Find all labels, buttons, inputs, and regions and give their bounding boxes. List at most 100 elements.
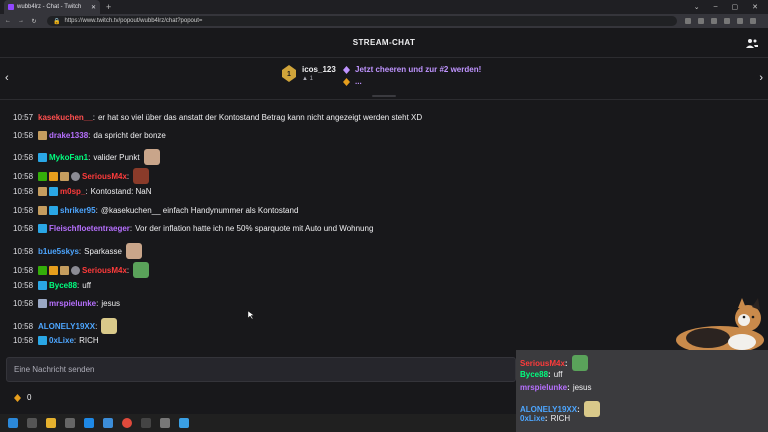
gold-badge-icon[interactable] [38,206,47,215]
message-username[interactable]: drake1338 [49,131,88,140]
gold-badge-icon[interactable] [38,131,47,140]
app-icon[interactable] [179,418,189,428]
start-icon[interactable] [8,418,18,428]
app-icon[interactable] [103,418,113,428]
message-username[interactable]: 0xLixe [49,336,74,345]
image-emote-icon[interactable] [133,168,150,184]
message-timestamp: 10:58 [13,187,34,196]
chevron-right-icon[interactable]: › [759,72,763,84]
svg-text:1: 1 [287,71,291,78]
message-username[interactable]: SeriousM4x [82,266,127,275]
message-username[interactable]: MykoFan1 [49,153,88,162]
grey-badge-icon[interactable] [71,265,80,275]
chrome-icon[interactable] [122,418,132,428]
gold-badge-icon[interactable] [60,265,69,275]
back-icon[interactable]: ← [3,18,13,24]
twitch-favicon-icon [8,4,14,10]
bits-gem-icon: ▲ [302,76,308,82]
reload-icon[interactable]: ↻ [29,18,39,25]
blue-badge-icon[interactable] [38,152,47,162]
message-username[interactable]: Fleischfloetentraeger [49,224,130,233]
blue-badge-icon[interactable] [38,281,47,290]
message-username[interactable]: b1ue5skys [38,247,79,256]
url-text: https://www.twitch.tv/popout/wubb4lrz/ch… [64,18,203,24]
message-text: da spricht der bonze [93,131,166,140]
puzzle-icon[interactable] [711,18,717,24]
blue-badge-icon[interactable] [49,187,58,196]
message-separator: : [77,281,80,290]
new-tab-icon[interactable]: + [106,2,111,12]
gold-badge-icon[interactable] [60,171,69,181]
overlay-text: jesus [572,383,592,392]
blue-badge-icon[interactable] [38,336,47,345]
os-taskbar [0,414,516,432]
pink-badge-icon[interactable] [38,299,47,308]
sidebar-icon[interactable] [724,18,730,24]
chat-message: 10:58 Byce88: uff [13,281,91,290]
blue-badge-icon[interactable] [38,224,47,233]
top-cheerer-name[interactable]: icos_123 [302,65,336,74]
message-username[interactable]: mrspielunke [49,299,96,308]
overlay-separator: : [577,404,580,414]
file-explorer-icon[interactable] [46,418,56,428]
orange-badge-icon[interactable] [49,265,58,275]
browser-tab[interactable]: wubb4lrz - Chat - Twitch ✕ [4,0,100,14]
message-username[interactable]: SeriousM4x [82,172,127,181]
message-separator: : [92,113,95,122]
close-window-icon[interactable]: ✕ [752,3,758,11]
cheer-prompt[interactable]: Jetzt cheeren und zur #2 werden! [343,65,481,74]
green-badge-icon[interactable] [38,265,47,275]
chevron-left-icon[interactable]: ‹ [5,72,9,84]
message-username[interactable]: ALONELY19XX [38,322,95,331]
overlay-message: mrspielunke: jesus [520,383,592,392]
message-separator: : [78,246,82,256]
search-icon[interactable] [27,418,37,428]
app-icon[interactable] [160,418,170,428]
message-username[interactable]: shriker95 [60,206,96,215]
grey-badge-icon[interactable] [71,171,80,181]
face-emote-icon[interactable] [125,243,142,259]
orange-badge-icon[interactable] [49,171,58,181]
top-cheerer-bits: ▲ 1 [302,76,313,82]
profile-icon[interactable] [737,18,743,24]
overlay-separator: : [548,370,551,379]
chat-input[interactable]: Eine Nachricht senden [6,357,516,382]
channel-points[interactable]: 0 [14,393,31,402]
minimize-icon[interactable]: – [714,3,718,11]
url-field[interactable]: 🔒 https://www.twitch.tv/popout/wubb4lrz/… [47,16,677,26]
bits-gem-icon [343,65,350,74]
overlay-message: SeriousM4x: [520,355,588,371]
extension-icon[interactable] [685,18,691,24]
cheer-more-text: ... [355,77,362,86]
tab-search-icon[interactable]: ⌄ [694,3,700,11]
message-username[interactable]: kasekuchen__ [38,113,93,122]
tab-close-icon[interactable]: ✕ [91,4,96,11]
app-icon[interactable] [141,418,151,428]
cat-image [676,298,764,354]
menu-icon[interactable] [750,18,756,24]
maximize-icon[interactable]: ▢ [732,3,739,11]
blue-badge-icon[interactable] [49,206,58,215]
extension-icon[interactable] [698,18,704,24]
community-users-icon[interactable] [746,38,758,48]
cake-emote-icon[interactable] [101,318,118,334]
message-separator: : [126,171,130,181]
leaderboard-collapse-handle[interactable] [372,95,396,97]
message-text: @kasekuchen__ einfach Handynummer als Ko… [100,206,299,215]
message-text: jesus [101,299,121,308]
lock-icon: 🔒 [53,18,61,25]
gold-badge-icon[interactable] [38,187,47,196]
forward-icon[interactable]: → [16,18,26,24]
chat-message: 10:58 ALONELY19XX: [13,318,118,334]
face-emote-icon[interactable] [143,149,160,165]
message-username[interactable]: m0sp_ [60,187,85,196]
message-text: Sparkasse [84,246,122,256]
green-badge-icon[interactable] [38,171,47,181]
cake-emote-icon [583,401,600,417]
app-icon[interactable] [84,418,94,428]
message-username[interactable]: Byce88 [49,281,77,290]
extension-icons [685,18,756,24]
chat-message: 10:58 0xLixe: RICH [13,336,99,345]
frog-emote-icon[interactable] [133,262,150,278]
store-icon[interactable] [65,418,75,428]
